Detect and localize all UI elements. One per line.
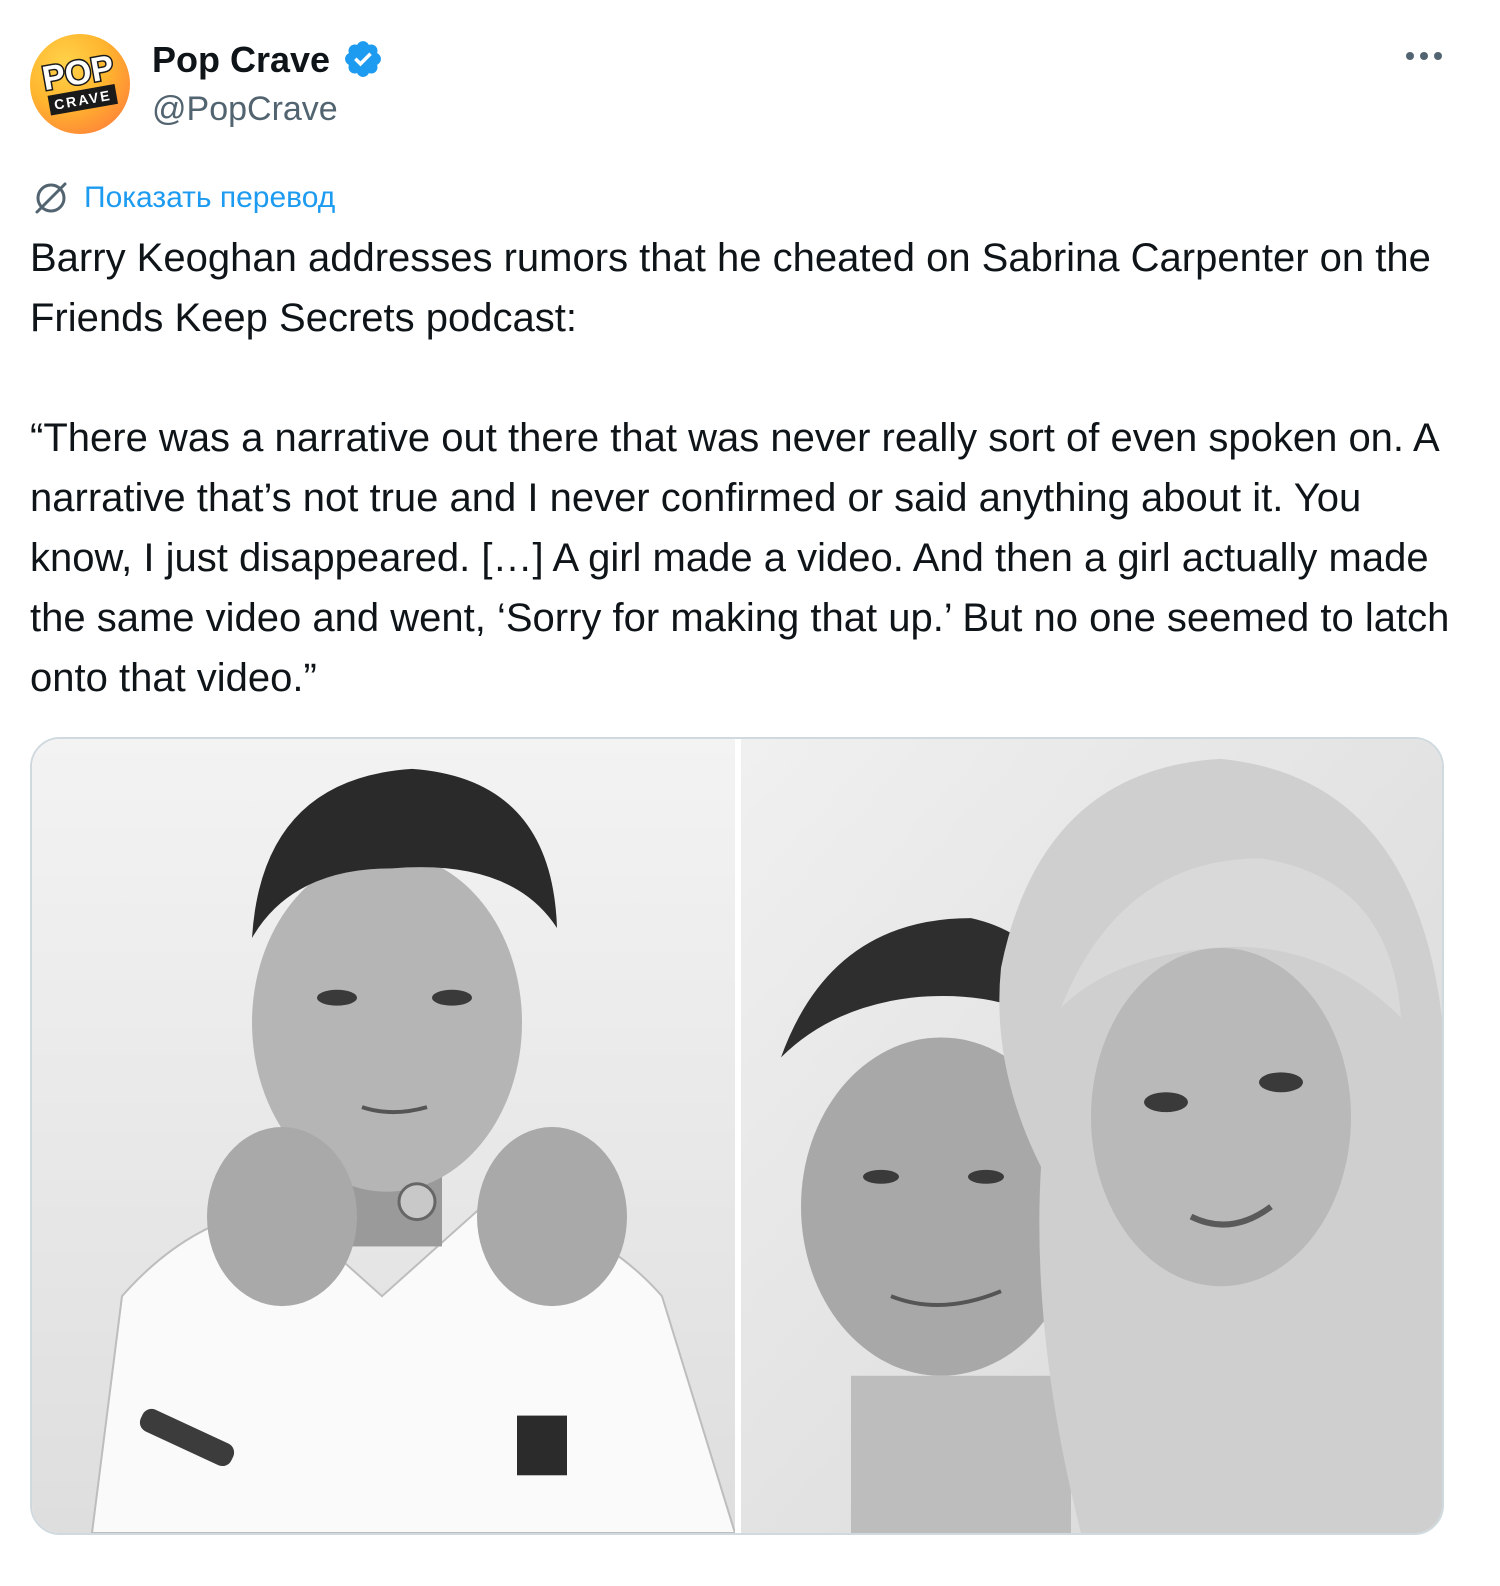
media-grid bbox=[30, 737, 1444, 1535]
tweet: POP CRAVE Pop Crave @PopCrave Показать п… bbox=[0, 0, 1500, 1586]
author-handle[interactable]: @PopCrave bbox=[152, 88, 338, 130]
avatar[interactable]: POP CRAVE bbox=[30, 34, 130, 134]
photo-couple[interactable] bbox=[741, 739, 1442, 1533]
author-name[interactable]: Pop Crave bbox=[152, 38, 330, 82]
tweet-paragraph-2: “There was a narrative out there that wa… bbox=[30, 416, 1450, 700]
photo-portrait[interactable] bbox=[32, 739, 735, 1533]
translate-button[interactable]: Показать перевод bbox=[30, 176, 335, 220]
tweet-text: Barry Keoghan addresses rumors that he c… bbox=[30, 228, 1470, 708]
verified-badge-icon bbox=[342, 38, 384, 80]
translate-icon bbox=[35, 182, 67, 214]
translate-label: Показать перевод bbox=[84, 181, 336, 214]
tweet-paragraph-1: Barry Keoghan addresses rumors that he c… bbox=[30, 236, 1431, 340]
more-horizontal-icon[interactable] bbox=[1400, 36, 1448, 76]
pop-crave-logo: POP CRAVE bbox=[38, 47, 118, 116]
